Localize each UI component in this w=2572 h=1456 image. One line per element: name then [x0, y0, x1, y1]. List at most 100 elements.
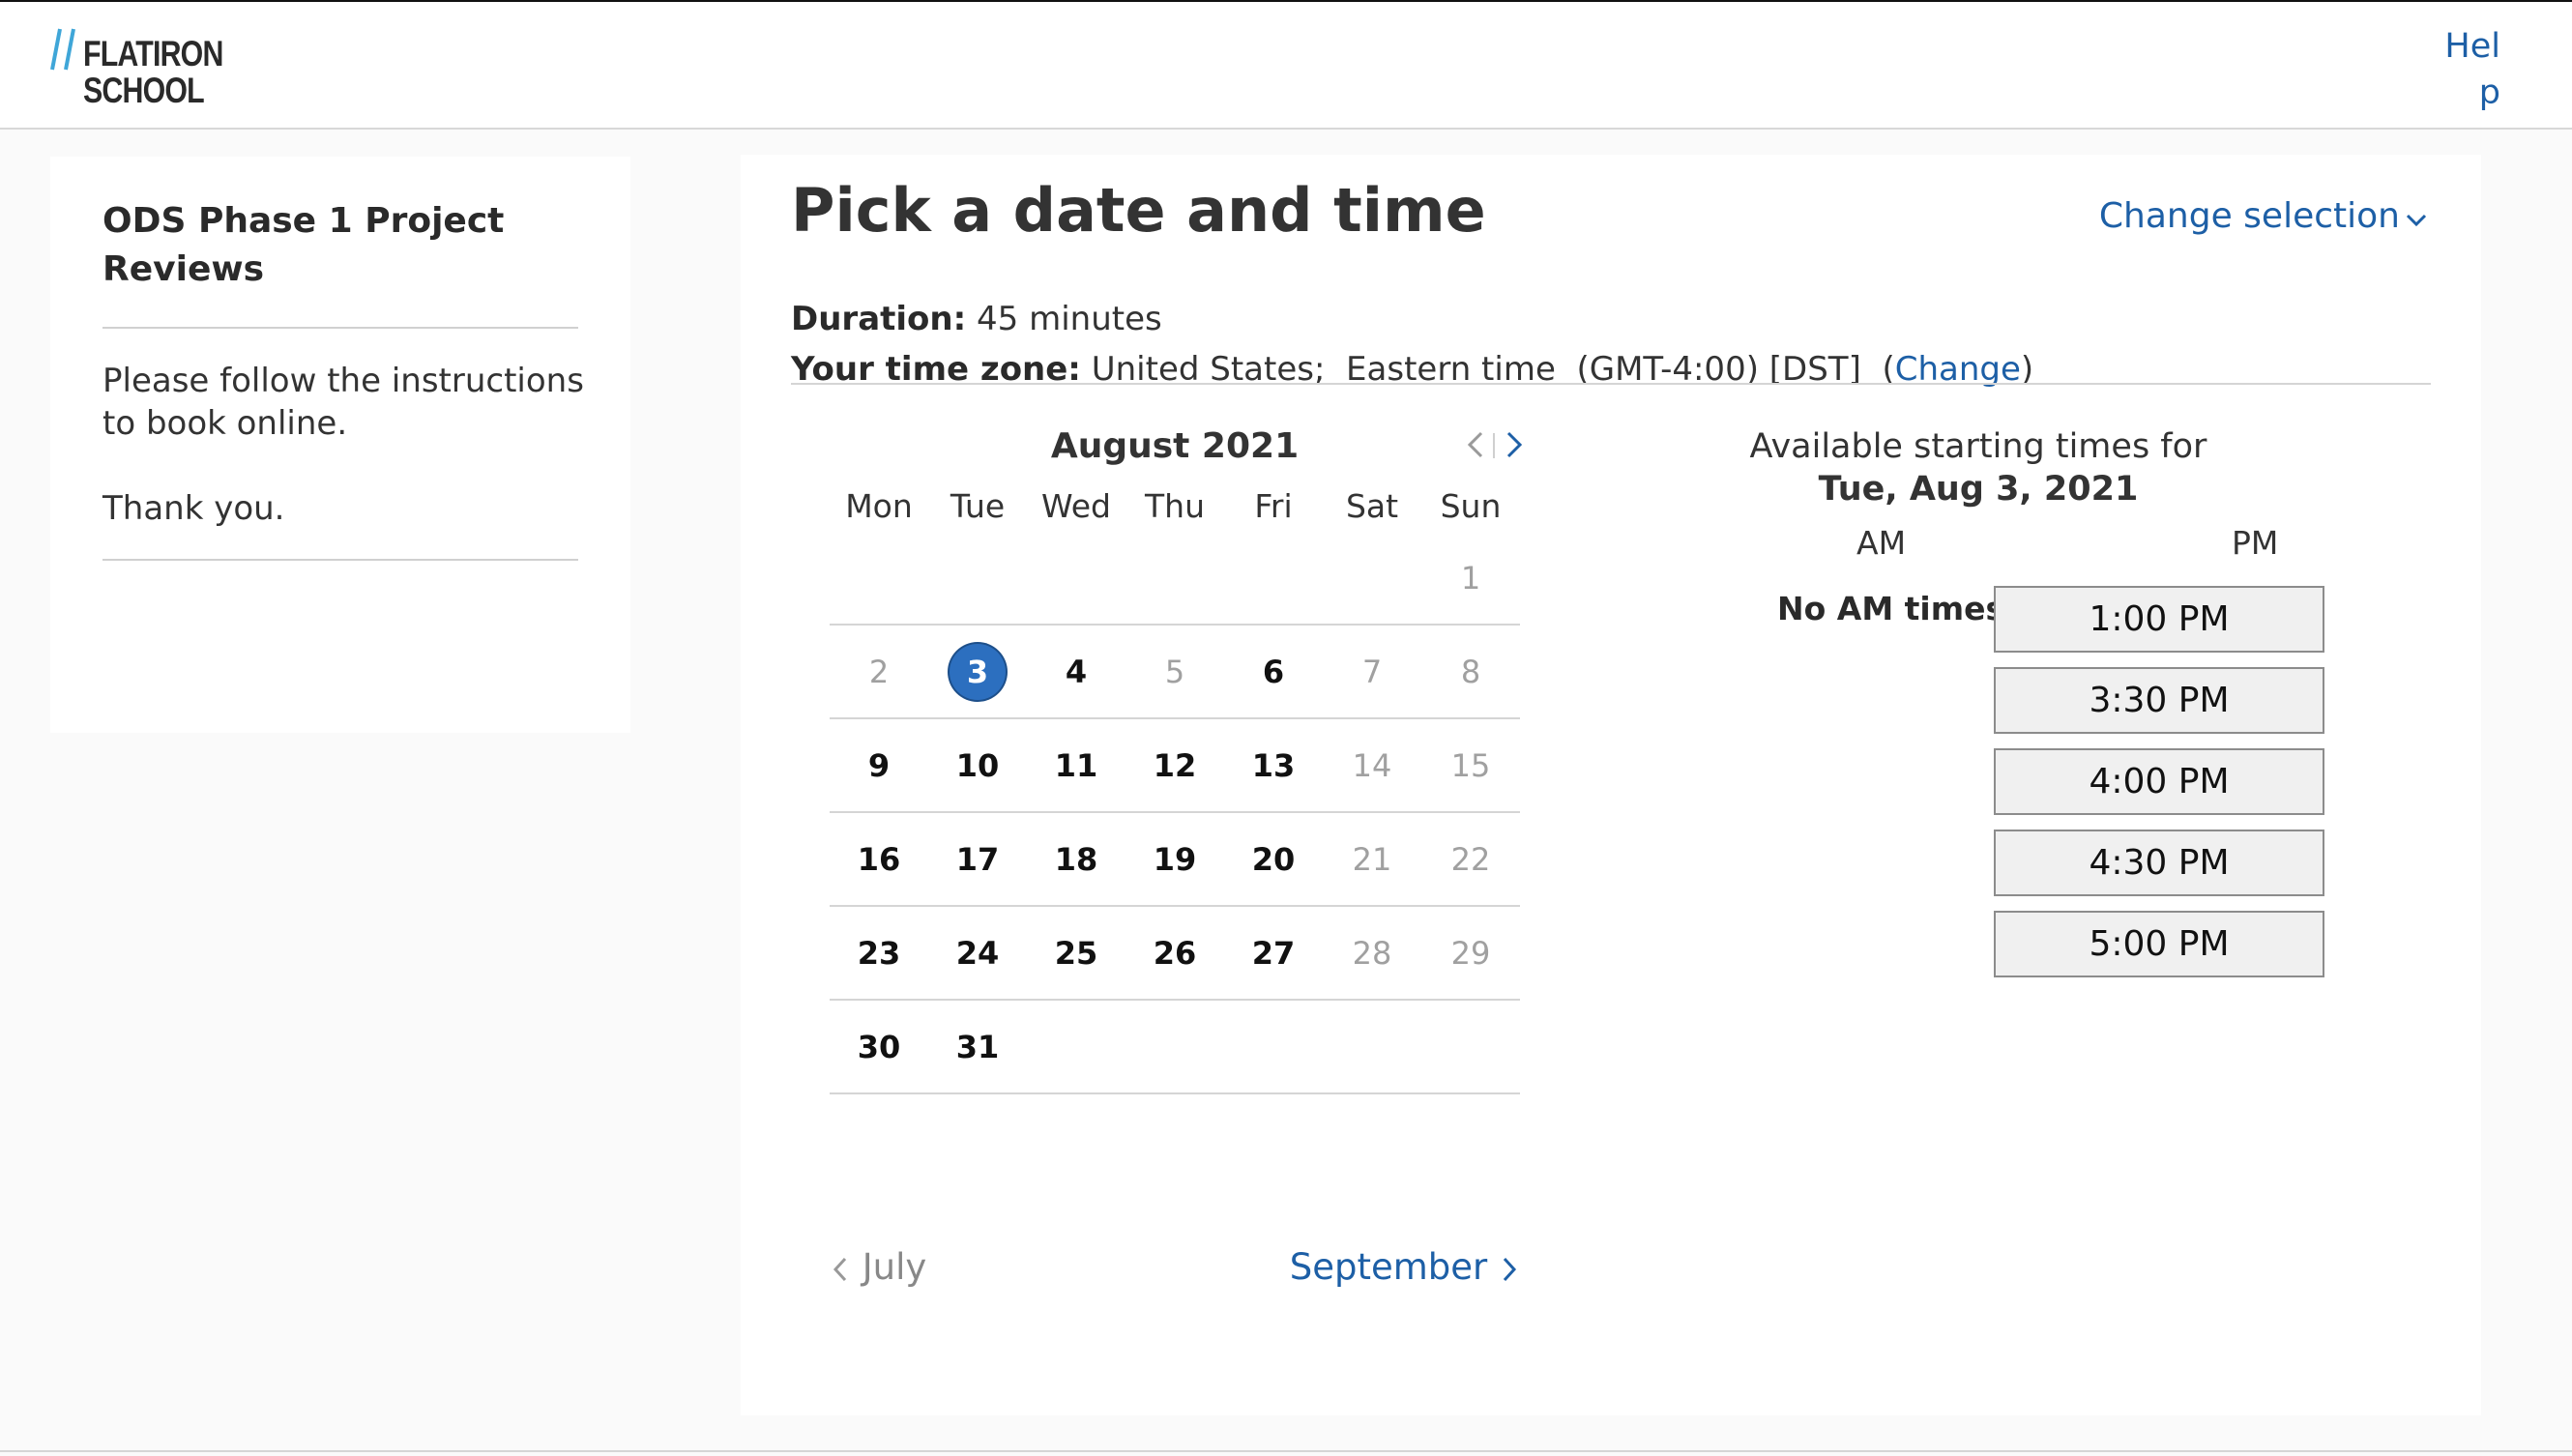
day-number: 20 — [1251, 840, 1296, 878]
empty-day-cell — [830, 532, 928, 624]
chevron-left-icon — [833, 1257, 847, 1281]
service-info-panel: ODS Phase 1 Project Reviews Please follo… — [50, 157, 630, 733]
empty-day-cell — [928, 532, 1027, 624]
day-cell: 22 — [1421, 813, 1520, 905]
booking-panel: Pick a date and time Change selection Du… — [741, 155, 2481, 1415]
day-cell[interactable]: 11 — [1027, 719, 1125, 811]
weekday-header: Mon Tue Wed Thu Fri Sat Sun — [830, 481, 1520, 532]
day-cell: 8 — [1421, 626, 1520, 717]
day-cell[interactable]: 9 — [830, 719, 928, 811]
day-cell[interactable]: 23 — [830, 907, 928, 999]
calendar-week-row: 30 31 — [830, 1001, 1520, 1094]
weekday-label: Mon — [845, 487, 913, 525]
day-number: 29 — [1450, 934, 1491, 972]
day-number: 8 — [1460, 653, 1481, 690]
day-number: 18 — [1054, 840, 1098, 878]
empty-day-cell — [1421, 1001, 1520, 1092]
day-cell: 14 — [1323, 719, 1421, 811]
day-cell[interactable]: 24 — [928, 907, 1027, 999]
divider — [102, 559, 578, 561]
day-cell[interactable]: 26 — [1125, 907, 1224, 999]
day-number: 15 — [1450, 746, 1491, 784]
weekday-label: Sat — [1345, 487, 1399, 525]
day-number: 7 — [1361, 653, 1383, 690]
day-cell: 28 — [1323, 907, 1421, 999]
time-slot-button[interactable]: 4:00 PM — [1994, 748, 2324, 815]
duration-label: Duration: — [791, 300, 967, 338]
weekday-label: Wed — [1041, 487, 1111, 525]
date-picker-calendar: August 2021 Mon Tue Wed Thu Fri Sat Sun … — [830, 406, 1523, 1288]
change-selection-button[interactable]: Change selection — [2099, 195, 2427, 238]
help-link[interactable]: Help — [2444, 23, 2500, 116]
chevron-right-icon[interactable] — [1501, 427, 1528, 462]
available-times-panel: Available starting times for Tue, Aug 3,… — [1611, 425, 2346, 1005]
day-cell[interactable]: 6 — [1224, 626, 1323, 717]
day-number: 19 — [1153, 840, 1197, 878]
calendar-week-row: 16 17 18 19 20 21 22 — [830, 813, 1520, 907]
next-month-link[interactable]: September — [1290, 1243, 1520, 1292]
empty-day-cell — [1125, 532, 1224, 624]
day-cell[interactable]: 19 — [1125, 813, 1224, 905]
footer-divider — [0, 1450, 2572, 1452]
service-title: ODS Phase 1 Project Reviews — [102, 201, 505, 289]
logo-slash-icon — [50, 28, 75, 71]
weekday-label: Tue — [950, 487, 1006, 525]
prev-month-label: July — [862, 1246, 927, 1288]
calendar-week-row: 1 — [830, 532, 1520, 626]
duration-line: Duration: 45 minutes — [791, 298, 1162, 340]
month-navigation: July September — [830, 1243, 1520, 1292]
weekday-label: Sun — [1440, 487, 1502, 525]
day-number: 10 — [955, 746, 1000, 784]
day-cell[interactable]: 10 — [928, 719, 1027, 811]
empty-day-cell — [1027, 532, 1125, 624]
flatiron-school-logo[interactable]: FLATIRON SCHOOL — [48, 23, 223, 110]
day-cell[interactable]: 20 — [1224, 813, 1323, 905]
day-number: 27 — [1251, 934, 1296, 972]
day-cell[interactable]: 18 — [1027, 813, 1125, 905]
calendar-grid: 1 2 3 4 5 6 7 8 9 10 11 12 13 14 15 16 17 18 19 20 21 22 23 24 2… — [830, 532, 1520, 1094]
day-number: 25 — [1054, 934, 1098, 972]
day-number: 2 — [868, 653, 890, 690]
day-cell: 15 — [1421, 719, 1520, 811]
time-slot-button[interactable]: 3:30 PM — [1994, 667, 2324, 734]
empty-day-cell — [1224, 1001, 1323, 1092]
day-cell[interactable]: 12 — [1125, 719, 1224, 811]
day-cell[interactable]: 30 — [830, 1001, 928, 1092]
chevron-right-icon — [1503, 1257, 1517, 1281]
day-cell[interactable]: 25 — [1027, 907, 1125, 999]
day-cell[interactable]: 31 — [928, 1001, 1027, 1092]
day-number: 31 — [955, 1028, 1000, 1065]
time-slot-button[interactable]: 5:00 PM — [1994, 911, 2324, 977]
chevron-left-icon[interactable] — [1462, 427, 1489, 462]
day-number: 11 — [1054, 746, 1098, 784]
times-heading: Available starting times for — [1749, 427, 2207, 466]
day-cell[interactable]: 27 — [1224, 907, 1323, 999]
next-month-label: September — [1289, 1246, 1488, 1288]
logo-text-line2: SCHOOL — [83, 71, 205, 110]
weekday-label: Fri — [1254, 487, 1293, 525]
day-number: 1 — [1460, 559, 1481, 597]
prev-month-link[interactable]: July — [830, 1243, 926, 1292]
day-number: 17 — [955, 840, 1000, 878]
nav-separator — [1493, 433, 1495, 458]
day-number: 22 — [1450, 840, 1491, 878]
selected-day-cell[interactable]: 3 — [928, 626, 1027, 717]
time-slot-button[interactable]: 4:30 PM — [1994, 830, 2324, 896]
day-cell[interactable]: 4 — [1027, 626, 1125, 717]
day-number: 28 — [1352, 934, 1392, 972]
day-cell[interactable]: 17 — [928, 813, 1027, 905]
day-number: 21 — [1352, 840, 1392, 878]
empty-day-cell — [1027, 1001, 1125, 1092]
day-number: 16 — [857, 840, 901, 878]
calendar-month-title: August 2021 — [1050, 426, 1300, 466]
empty-day-cell — [1323, 1001, 1421, 1092]
duration-value: 45 minutes — [977, 300, 1162, 338]
empty-day-cell — [1224, 532, 1323, 624]
pm-column-label: PM — [2232, 524, 2279, 562]
day-cell[interactable]: 16 — [830, 813, 928, 905]
time-slot-button[interactable]: 1:00 PM — [1994, 586, 2324, 653]
day-cell[interactable]: 13 — [1224, 719, 1323, 811]
calendar-week-row: 2 3 4 5 6 7 8 — [830, 626, 1520, 719]
day-number: 14 — [1352, 746, 1392, 784]
divider — [791, 383, 2431, 385]
